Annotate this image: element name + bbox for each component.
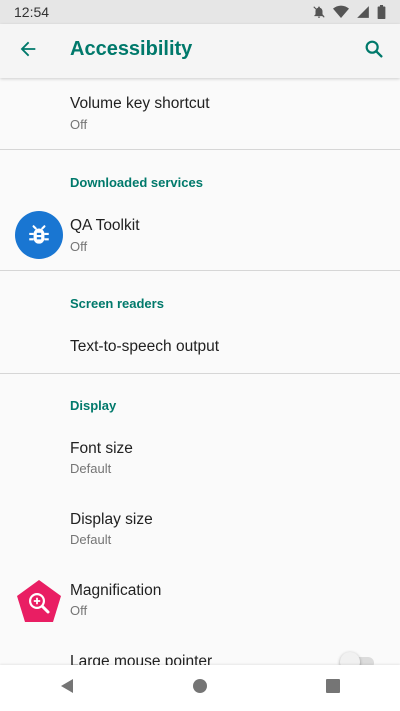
search-button[interactable]: [356, 33, 392, 69]
list-item-volume-key-shortcut[interactable]: Volume key shortcut Off: [0, 78, 400, 148]
divider: [0, 149, 400, 150]
section-header-screen-readers: Screen readers: [70, 296, 164, 311]
settings-list: Volume key shortcut Off Downloaded servi…: [0, 78, 400, 665]
back-button[interactable]: [10, 33, 46, 69]
section-header-downloaded-services: Downloaded services: [70, 175, 203, 190]
notifications-off-icon: [312, 5, 326, 19]
large-mouse-pointer-toggle[interactable]: [340, 651, 376, 665]
divider: [0, 373, 400, 374]
list-item-large-mouse-pointer[interactable]: Large mouse pointer: [0, 638, 400, 665]
signal-icon: [356, 5, 370, 19]
nav-recents-button[interactable]: [313, 668, 353, 708]
list-item-magnification[interactable]: Magnification Off: [0, 567, 400, 637]
search-icon: [363, 38, 385, 65]
page-title: Accessibility: [70, 38, 193, 60]
magnifier-plus-icon: [15, 578, 63, 626]
qa-toolkit-summary: Off: [70, 239, 88, 254]
bug-icon: [15, 211, 63, 259]
app-bar: Accessibility: [0, 24, 400, 78]
font-size-summary: Default: [70, 461, 112, 476]
status-time: 12:54: [14, 4, 50, 20]
status-bar: 12:54: [0, 0, 400, 24]
nav-back-button[interactable]: [47, 668, 87, 708]
text-to-speech-title: Text-to-speech output: [70, 338, 220, 355]
list-item-text-to-speech[interactable]: Text-to-speech output: [0, 323, 400, 373]
display-size-summary: Default: [70, 532, 112, 547]
display-size-title: Display size: [70, 511, 153, 528]
magnification-title: Magnification: [70, 582, 162, 599]
divider: [0, 270, 400, 271]
qa-toolkit-title: QA Toolkit: [70, 217, 140, 234]
list-item-font-size[interactable]: Font size Default: [0, 425, 400, 495]
wifi-icon: [333, 5, 349, 19]
status-icons: [312, 5, 386, 19]
list-item-qa-toolkit[interactable]: QA Toolkit Off: [0, 200, 400, 270]
arrow-left-icon: [17, 38, 39, 65]
navigation-bar: [0, 665, 400, 711]
section-header-display: Display: [70, 398, 117, 413]
font-size-title: Font size: [70, 440, 133, 457]
volume-key-shortcut-title: Volume key shortcut: [70, 95, 210, 112]
nav-home-button[interactable]: [180, 668, 220, 708]
volume-key-shortcut-summary: Off: [70, 117, 88, 132]
magnification-summary: Off: [70, 603, 88, 618]
toggle-thumb: [340, 652, 360, 665]
triangle-back-icon: [59, 678, 75, 699]
square-recents-icon: [326, 678, 341, 698]
circle-home-icon: [192, 678, 208, 699]
large-mouse-pointer-title: Large mouse pointer: [70, 653, 213, 665]
list-item-display-size[interactable]: Display size Default: [0, 496, 400, 566]
battery-icon: [377, 5, 386, 19]
